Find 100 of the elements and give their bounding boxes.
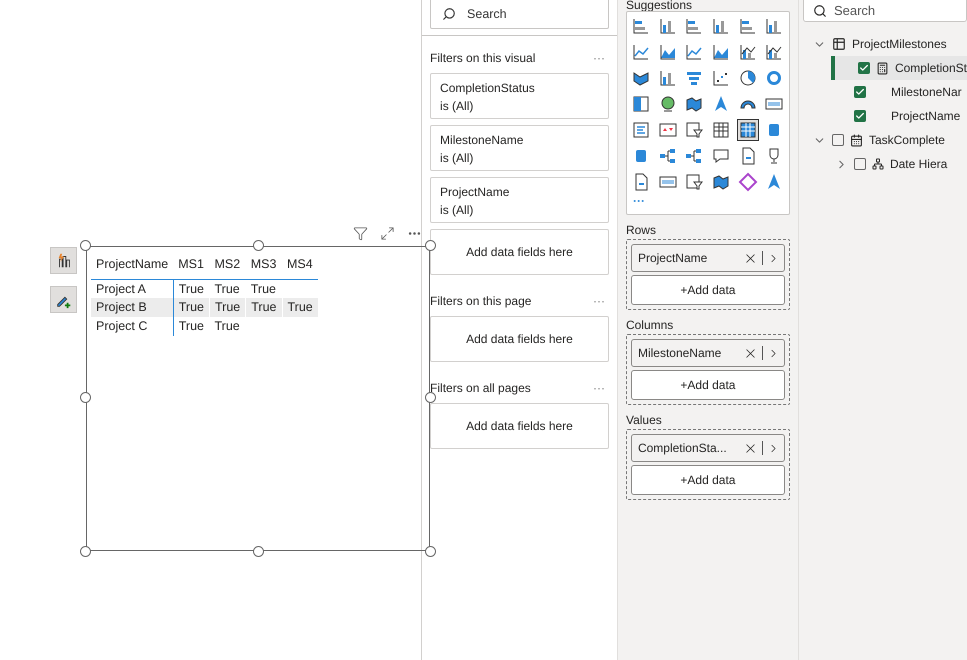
table-icon[interactable] [710, 120, 731, 140]
matrix-icon[interactable] [738, 120, 758, 140]
checkbox[interactable] [832, 134, 844, 146]
filter-field: MilestoneName [440, 131, 599, 149]
area-chart-icon[interactable] [710, 42, 731, 62]
field-name: CompletionSta... [638, 440, 728, 457]
filter-card[interactable]: CompletionStatus is (All) [430, 73, 609, 119]
diamond-icon[interactable] [738, 172, 758, 192]
more-button[interactable]: ··· [592, 379, 609, 397]
field-label: ProjectMilestones [852, 36, 947, 53]
section-title: Filters on this page [430, 293, 532, 310]
treemap-icon[interactable] [630, 94, 651, 114]
add-data-button[interactable]: +Add data [630, 465, 785, 495]
field-label: TaskComplete [868, 132, 945, 149]
field-pill[interactable]: MilestoneName [630, 339, 785, 367]
search-field[interactable]: Search [802, 0, 967, 22]
chart-format-button[interactable] [50, 247, 77, 274]
table-cell: True [173, 317, 210, 336]
drop-zone[interactable]: Add data fields here [430, 229, 609, 275]
pie-chart-icon[interactable] [738, 68, 758, 88]
field-name: MilestoneName [638, 345, 722, 362]
table-cell: True [173, 298, 210, 318]
column-chart-icon[interactable] [710, 16, 731, 36]
well-title: Values [626, 412, 663, 429]
filter-card[interactable]: ProjectName is (All) [430, 177, 609, 223]
filter-value: is (All) [440, 150, 474, 167]
column-chart-icon[interactable] [658, 68, 678, 88]
search-field[interactable]: Search [430, 0, 609, 29]
area-chart-icon[interactable] [658, 42, 678, 62]
table-row[interactable]: Project C True True [91, 317, 318, 336]
search-icon [812, 4, 827, 18]
checkbox[interactable] [854, 158, 866, 170]
column-header[interactable]: ProjectName [91, 251, 174, 279]
calendar-icon [850, 134, 863, 146]
field-item[interactable]: Date Hiera [834, 152, 967, 176]
drop-zone[interactable]: Add data fields here [430, 316, 609, 362]
field-pill[interactable]: ProjectName [630, 244, 785, 272]
resize-handle[interactable] [253, 546, 264, 557]
table-cell: Project B [91, 298, 174, 318]
field-pill[interactable]: CompletionSta... [630, 434, 785, 462]
resize-handle[interactable] [80, 546, 91, 557]
combo-chart-icon[interactable] [738, 42, 758, 62]
well-title: Rows [626, 222, 657, 239]
table-cell: True [282, 298, 318, 318]
field-name: ProjectName [638, 250, 708, 267]
paintbrush-add-button[interactable] [50, 286, 77, 313]
table-cell: True [210, 298, 246, 318]
field-item[interactable]: ProjectMilestones [812, 32, 967, 56]
field-item[interactable]: MilestoneNar [834, 80, 967, 104]
section-title: Filters on all pages [430, 380, 531, 397]
add-data-button[interactable]: +Add data [630, 370, 785, 400]
table-cell: True [210, 317, 246, 336]
table-cell: True [246, 279, 282, 298]
add-data-button[interactable]: +Add data [630, 275, 785, 305]
column-header[interactable]: MS2 [210, 251, 246, 279]
table-cell: Project C [91, 317, 174, 336]
field-label: MilestoneNar [890, 84, 962, 101]
filter-field: CompletionStatus [440, 79, 599, 97]
filter-card[interactable]: MilestoneName is (All) [430, 125, 609, 171]
line-chart-icon[interactable] [684, 42, 704, 62]
column-header[interactable]: MS4 [282, 251, 318, 279]
slicer-icon[interactable] [684, 120, 704, 140]
checkbox[interactable] [854, 110, 866, 122]
filter-value: is (All) [440, 98, 474, 115]
table-cell: True [210, 279, 246, 298]
table-cell: True [246, 298, 282, 318]
column-header[interactable]: MS1 [173, 251, 210, 279]
scatter-chart-icon[interactable] [710, 68, 731, 88]
field-item[interactable]: TaskComplete [812, 128, 967, 152]
bar-chart-icon[interactable] [738, 16, 758, 36]
search-icon [442, 7, 456, 21]
focus-mode-icon[interactable] [380, 226, 395, 241]
table-icon [832, 37, 846, 51]
bar-chart-icon[interactable] [630, 16, 651, 36]
column-chart-icon[interactable] [658, 16, 678, 36]
line-chart-icon[interactable] [630, 42, 651, 62]
drop-zone[interactable]: Add data fields here [430, 403, 609, 449]
resize-handle[interactable] [80, 240, 91, 251]
table-cell: True [173, 279, 210, 298]
filter-value: is (All) [440, 202, 474, 219]
list-icon[interactable] [630, 120, 651, 140]
slicer-icon[interactable] [684, 172, 704, 192]
resize-handle[interactable] [80, 392, 91, 403]
field-item[interactable]: ProjectName [834, 104, 967, 128]
calculator-icon [876, 62, 889, 74]
filter-field: ProjectName [440, 183, 599, 201]
checkbox[interactable] [858, 62, 870, 74]
section-title: Suggestions [626, 0, 693, 10]
checkbox[interactable] [854, 86, 866, 98]
field-item[interactable]: CompletionSt [830, 56, 967, 80]
tree-diagram-icon[interactable] [658, 146, 678, 166]
column-header[interactable]: MS3 [246, 251, 282, 279]
resize-handle[interactable] [253, 240, 264, 251]
field-label: ProjectName [890, 108, 960, 125]
table-row[interactable]: Project B True True True True [91, 298, 318, 318]
filter-icon[interactable] [353, 226, 368, 241]
more-button[interactable]: ··· [592, 49, 609, 67]
more-visuals-button[interactable]: ··· [632, 194, 645, 208]
more-button[interactable]: ··· [592, 292, 609, 310]
combo-chart-icon[interactable] [764, 42, 784, 62]
